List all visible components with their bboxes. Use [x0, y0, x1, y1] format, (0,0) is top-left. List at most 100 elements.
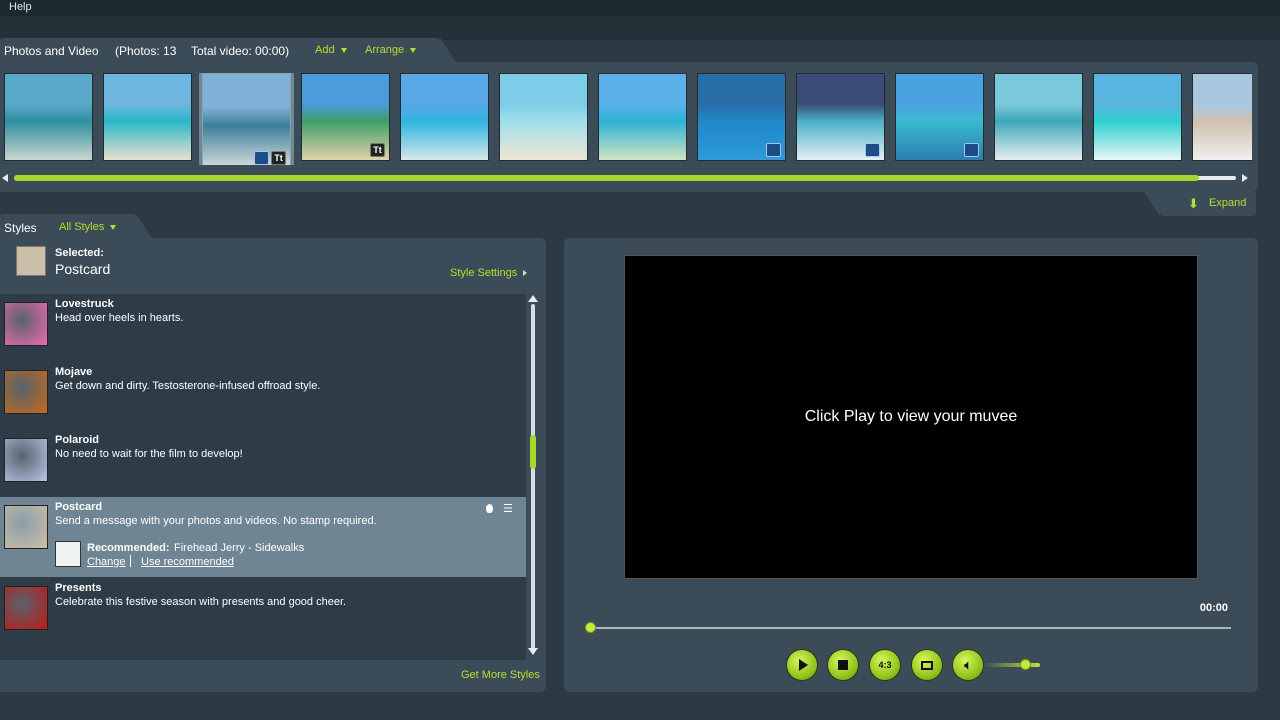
selected-label: Selected:: [55, 247, 104, 259]
video-clip-icon: [964, 143, 979, 157]
style-description: Celebrate this festive season with prese…: [55, 596, 347, 608]
style-thumbnail: [4, 586, 48, 630]
photo-thumbnail[interactable]: [1192, 73, 1252, 161]
style-thumbnail: [4, 438, 48, 482]
style-name: Presents: [55, 582, 102, 594]
expand-button[interactable]: ⬇ Expand: [1144, 192, 1256, 216]
style-item[interactable]: Lovestruck Head over heels in hearts.: [0, 294, 526, 360]
video-clip-icon: [865, 143, 880, 157]
scroll-right-icon[interactable]: [1242, 174, 1248, 182]
play-icon: [799, 659, 808, 671]
volume-slider[interactable]: [984, 663, 1040, 667]
get-more-styles-link[interactable]: Get More Styles: [461, 669, 540, 681]
get-more-styles-tab: Get More Styles: [436, 662, 546, 692]
style-thumbnail: [4, 505, 48, 549]
use-recommended-link[interactable]: Use recommended: [141, 556, 234, 568]
photo-image: [995, 74, 1082, 160]
stop-button[interactable]: [828, 650, 858, 680]
chevron-right-icon: [523, 270, 528, 277]
style-name: Polaroid: [55, 434, 100, 446]
photo-thumbnail[interactable]: [4, 73, 93, 161]
photo-thumbnail[interactable]: [796, 73, 885, 161]
styles-tab: Styles All Styles: [0, 214, 152, 238]
style-item[interactable]: Presents Celebrate this festive season wi…: [0, 578, 526, 644]
scroll-left-icon[interactable]: [2, 174, 8, 182]
add-menu-label: Add: [315, 44, 335, 56]
chevron-down-icon: [110, 224, 117, 230]
play-button[interactable]: [787, 650, 817, 680]
top-band: [0, 16, 1280, 40]
music-thumbnail: [55, 541, 81, 567]
photo-thumbnail[interactable]: [103, 73, 192, 161]
style-item[interactable]: Mojave Get down and dirty. Testosterone-i…: [0, 362, 526, 428]
style-name: Postcard: [55, 501, 103, 513]
add-menu[interactable]: Add: [315, 44, 347, 56]
caption-icon: Tt: [271, 151, 286, 165]
photo-image: [401, 74, 488, 160]
stop-icon: [838, 660, 848, 670]
photos-count: (Photos: 13: [115, 44, 177, 58]
aspect-ratio-button[interactable]: 4:3: [870, 650, 900, 680]
photo-thumbnail[interactable]: Tt: [301, 73, 390, 161]
preview-message: Click Play to view your muvee: [804, 408, 1018, 425]
style-thumbnail: [4, 370, 48, 414]
photo-thumbnail[interactable]: [499, 73, 588, 161]
arrange-menu-label: Arrange: [365, 44, 405, 56]
photo-image: [1193, 74, 1252, 160]
settings-sliders-icon[interactable]: ☰: [503, 502, 513, 515]
speaker-icon: 🔈︎: [964, 657, 972, 672]
photo-image: [5, 74, 92, 160]
arrow-down-icon: ⬇: [1188, 196, 1199, 211]
volume-knob[interactable]: [1020, 659, 1031, 670]
time-display: 00:00: [1199, 602, 1228, 614]
menu-help[interactable]: Help: [9, 1, 32, 13]
style-item[interactable]: Postcard Send a message with your photos …: [0, 497, 526, 577]
chevron-down-icon: [410, 47, 417, 53]
fullscreen-button[interactable]: [912, 650, 942, 680]
styles-filter[interactable]: All Styles: [59, 221, 117, 233]
chevron-down-icon: [340, 47, 347, 53]
photo-thumbnail[interactable]: [1093, 73, 1182, 161]
caption-icon: Tt: [370, 143, 385, 157]
total-video: Total video: 00:00): [191, 44, 290, 58]
styles-scroll-thumb[interactable]: [530, 435, 536, 470]
seek-bar[interactable]: [585, 622, 1231, 633]
expand-label: Expand: [1209, 197, 1247, 209]
photos-tab: Photos and Video (Photos: 13 Total video…: [0, 38, 456, 62]
photo-thumbnail[interactable]: [400, 73, 489, 161]
selected-style-name: Postcard: [55, 261, 111, 277]
style-thumbnail: [4, 302, 48, 346]
video-clip-icon: [766, 143, 781, 157]
scroll-down-icon[interactable]: [528, 648, 538, 655]
photo-thumbnail[interactable]: Tt: [202, 73, 291, 165]
style-description: Get down and dirty. Testosterone-infused…: [55, 380, 321, 392]
strip-scrollbar[interactable]: [14, 175, 1236, 181]
photo-thumbnail[interactable]: [994, 73, 1083, 161]
style-settings-label: Style Settings: [450, 267, 518, 279]
style-description: No need to wait for the film to develop!: [55, 448, 243, 460]
styles-scrollbar[interactable]: [530, 304, 536, 650]
video-preview[interactable]: Click Play to view your muvee: [624, 255, 1198, 579]
arrange-menu[interactable]: Arrange: [365, 44, 417, 56]
photo-thumbnail[interactable]: [895, 73, 984, 161]
change-music-link[interactable]: Change: [87, 556, 126, 568]
recommended-label: Recommended:: [87, 542, 170, 554]
scroll-up-icon[interactable]: [528, 295, 538, 302]
aspect-ratio-label: 4:3: [878, 660, 892, 670]
style-name: Mojave: [55, 366, 93, 378]
style-item[interactable]: Polaroid No need to wait for the film to …: [0, 430, 526, 496]
strip-scroll-thumb[interactable]: [14, 175, 1200, 181]
recommended-track: Firehead Jerry - Sidewalks: [174, 542, 305, 554]
photo-thumbnail[interactable]: [598, 73, 687, 161]
seek-knob[interactable]: [585, 622, 596, 633]
style-settings-link[interactable]: Style Settings: [450, 267, 528, 279]
menu-bar: Help: [0, 0, 1280, 16]
volume-button[interactable]: 🔈︎: [953, 650, 983, 680]
photo-image: [1094, 74, 1181, 160]
styles-tab-title: Styles: [4, 221, 37, 235]
styles-list: Break the rules. Get your photos and vid…: [0, 294, 526, 660]
style-name: Lovestruck: [55, 298, 114, 310]
photo-thumbnail[interactable]: [697, 73, 786, 161]
photo-image: [104, 74, 191, 160]
lightbulb-icon[interactable]: [486, 504, 493, 513]
